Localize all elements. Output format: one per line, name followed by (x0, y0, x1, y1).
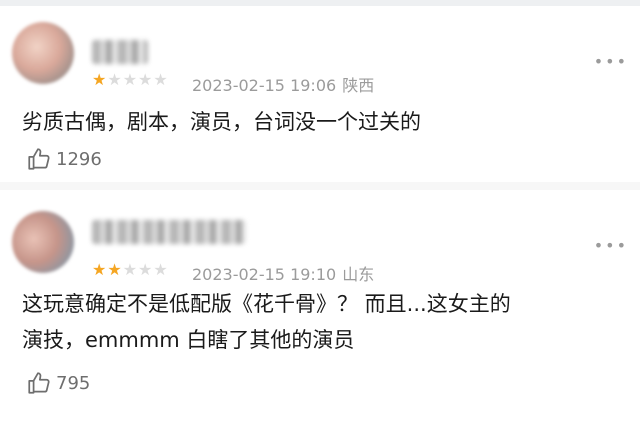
like-button[interactable]: 795 (26, 370, 90, 396)
star-icon: ★ (138, 70, 154, 89)
comment-item: ★★★★★ 2023-02-15 19:06 陕西 ••• 劣质古偶，剧本，演员，… (0, 6, 640, 182)
comment-date: 2023-02-15 19:10 (192, 265, 337, 284)
star-icon: ★ (92, 260, 108, 279)
star-icon: ★ (138, 260, 154, 279)
comment-item: ★★★★★ 2023-02-15 19:10 山东 ••• 这玩意确定不是低配版《… (0, 190, 640, 431)
thumbs-up-icon (28, 148, 50, 170)
comment-meta: 2023-02-15 19:06 陕西 (192, 72, 374, 96)
comment-divider (0, 182, 640, 190)
star-icon: ★ (153, 260, 169, 279)
star-icon: ★ (122, 70, 139, 89)
more-dots-icon[interactable]: ••• (594, 236, 628, 255)
like-count: 795 (56, 372, 91, 394)
more-dots-icon[interactable]: ••• (594, 52, 628, 71)
star-icon: ★ (107, 70, 123, 89)
star-rating: ★★★★★ (92, 70, 169, 89)
star-icon: ★ (122, 260, 139, 279)
like-count: 1296 (56, 148, 102, 170)
comment-meta: 2023-02-15 19:10 山东 (192, 261, 374, 285)
star-rating: ★★★★★ (92, 260, 169, 279)
comment-text: 这玩意确定不是低配版《花千骨》？ 而且...这女主的 演技，emmmm 白瞎了其… (22, 286, 622, 358)
star-icon: ★ (107, 260, 123, 279)
comment-text-line: 演技，emmmm 白瞎了其他的演员 (22, 328, 355, 352)
like-button[interactable]: 1296 (26, 146, 102, 172)
star-icon: ★ (92, 70, 108, 89)
comment-location: 陕西 (342, 76, 375, 95)
star-icon: ★ (153, 70, 169, 89)
comment-text: 劣质古偶，剧本，演员，台词没一个过关的 (22, 104, 622, 140)
comment-date: 2023-02-15 19:06 (192, 76, 337, 95)
thumbs-up-icon (28, 372, 50, 394)
comment-text-line: 劣质古偶，剧本，演员，台词没一个过关的 (22, 110, 421, 134)
avatar[interactable] (12, 211, 74, 273)
comment-location: 山东 (342, 265, 375, 284)
username-blurred[interactable] (92, 40, 148, 64)
username-blurred[interactable] (92, 220, 246, 244)
avatar[interactable] (12, 22, 74, 84)
comment-text-line: 这玩意确定不是低配版《花千骨》？ 而且...这女主的 (22, 292, 511, 316)
